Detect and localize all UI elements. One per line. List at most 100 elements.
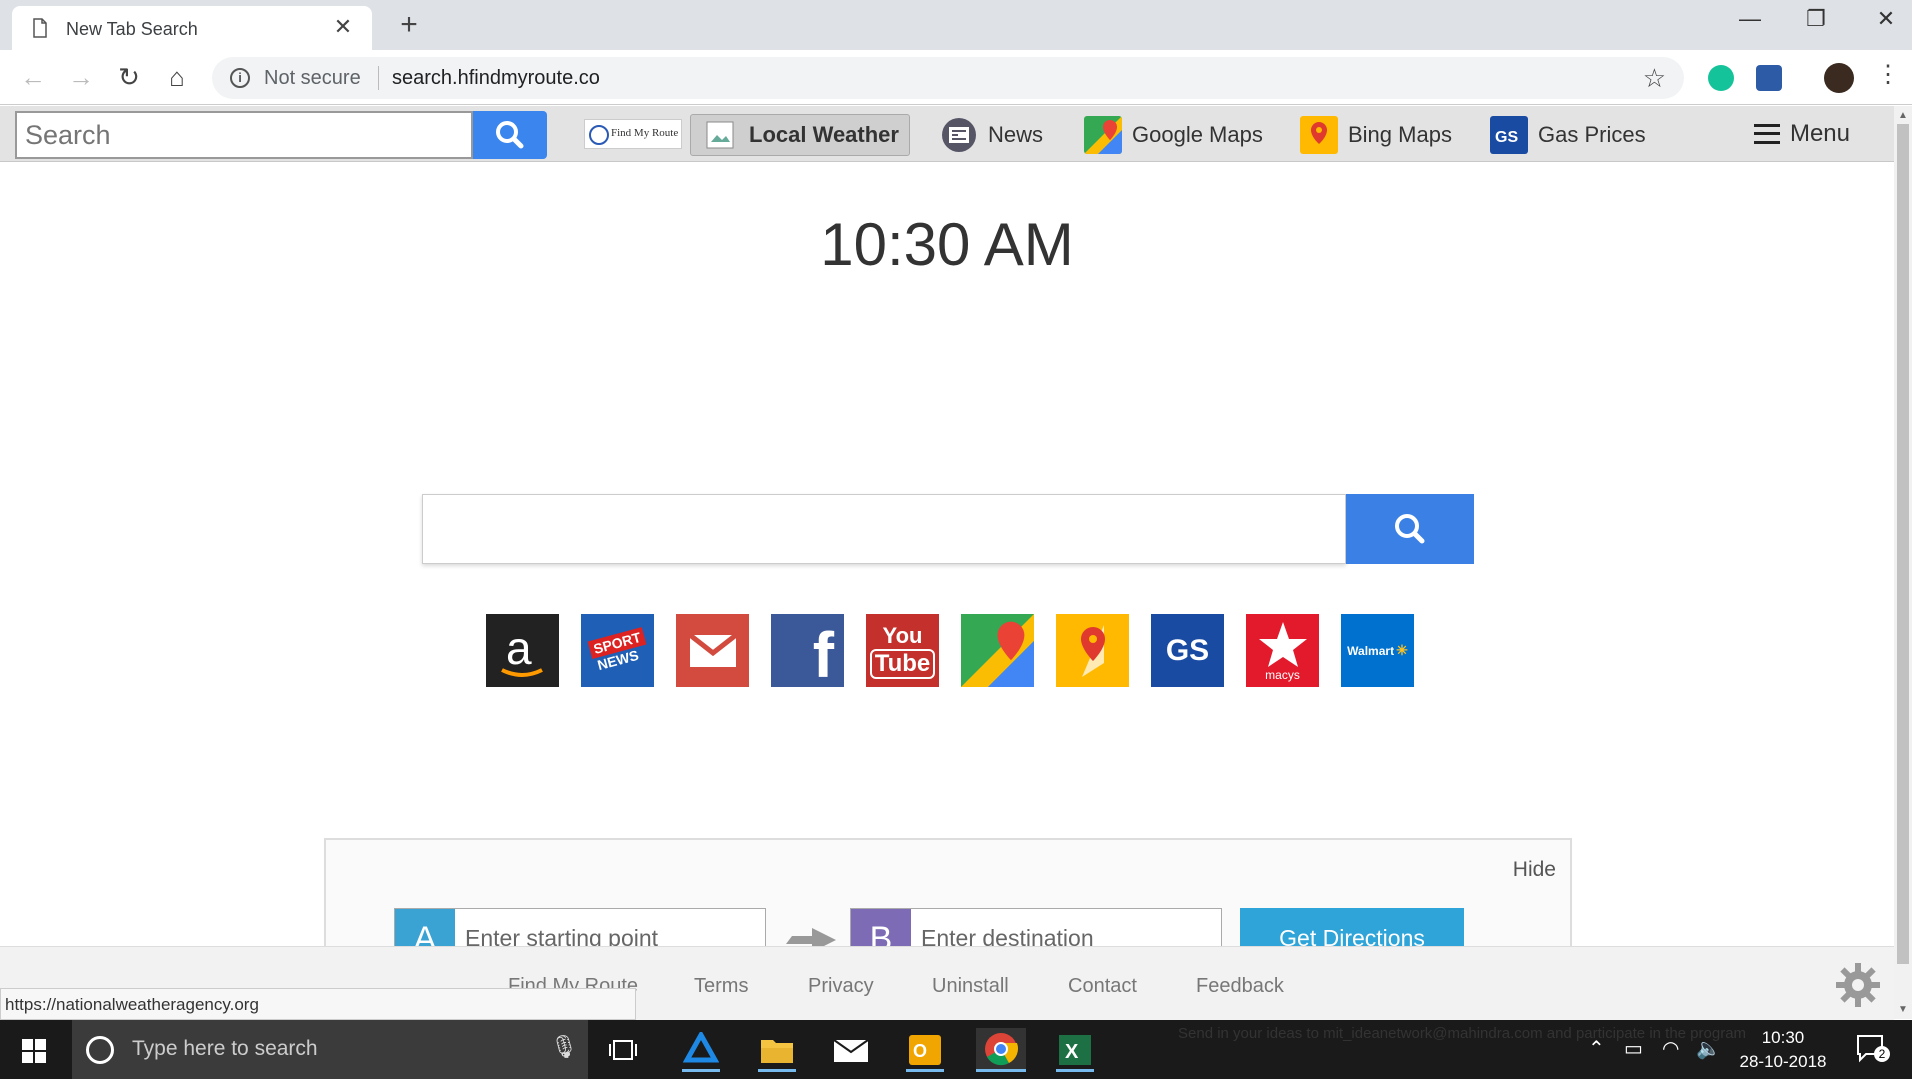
sport-news-tile[interactable]: SPORT NEWS	[581, 614, 654, 687]
windows-start-icon[interactable]	[22, 1039, 46, 1063]
compass-icon	[589, 125, 609, 145]
folder-icon	[761, 1040, 793, 1063]
nav-label: Local Weather	[749, 122, 899, 147]
scroll-down-icon[interactable]: ▼	[1898, 1004, 1908, 1015]
google-maps-icon	[961, 614, 1034, 687]
search-icon	[496, 121, 524, 149]
main-search-button[interactable]	[1346, 494, 1474, 564]
taskbar-app-1[interactable]	[676, 1028, 726, 1072]
close-window-button[interactable]: ✕	[1866, 6, 1906, 32]
macys-tile[interactable]: macys	[1246, 614, 1319, 687]
battery-icon[interactable]: ▭	[1624, 1036, 1643, 1061]
page-scrollbar[interactable]: ▲ ▼	[1894, 106, 1912, 1019]
logo-text: Find My Route	[611, 127, 679, 139]
notification-count: 2	[1874, 1046, 1890, 1062]
mail-button[interactable]	[826, 1028, 876, 1072]
grammarly-extension-icon[interactable]	[1708, 65, 1734, 91]
find-my-route-logo[interactable]: Find My Route	[584, 119, 682, 149]
running-indicator	[758, 1069, 796, 1072]
amazon-icon: a	[501, 622, 543, 677]
footer-link-privacy[interactable]: Privacy	[808, 975, 874, 998]
footer-link-uninstall[interactable]: Uninstall	[932, 975, 1009, 998]
search-icon	[1395, 514, 1425, 544]
minimize-button[interactable]: —	[1730, 6, 1770, 32]
gas-prices-tile[interactable]: GS	[1151, 614, 1224, 687]
system-clock[interactable]: 10:30 28-10-2018	[1730, 1026, 1836, 1074]
quick-links: a SPORT NEWS f You Tube GS macys Walmart…	[486, 614, 1414, 687]
footer-link-contact[interactable]: Contact	[1068, 975, 1137, 998]
bing-maps-tile[interactable]	[1056, 614, 1129, 687]
scroll-up-icon[interactable]: ▲	[1898, 110, 1908, 121]
back-button[interactable]: ←	[16, 60, 50, 94]
nav-label: Google Maps	[1132, 122, 1263, 147]
footer-link-terms[interactable]: Terms	[694, 975, 748, 998]
nav-news[interactable]: News	[940, 114, 1043, 156]
google-maps-icon	[1084, 116, 1122, 154]
file-explorer-button[interactable]	[752, 1028, 802, 1072]
gas-prices-label: GS	[1165, 633, 1210, 667]
bing-maps-icon	[1300, 116, 1338, 154]
microphone-icon[interactable]: 🎙	[550, 1034, 578, 1060]
nav-label: Gas Prices	[1538, 122, 1646, 147]
task-view-button[interactable]	[598, 1028, 648, 1072]
browser-tab[interactable]: New Tab Search ✕	[12, 6, 372, 50]
forward-button[interactable]: →	[64, 60, 98, 94]
hamburger-icon	[1753, 124, 1780, 144]
search-extension-icon[interactable]	[1756, 65, 1782, 91]
footer-link-feedback[interactable]: Feedback	[1196, 975, 1284, 998]
url-text[interactable]: search.hfindmyroute.co	[392, 67, 600, 90]
running-indicator	[1056, 1069, 1094, 1072]
tab-close-icon[interactable]: ✕	[330, 14, 356, 40]
walmart-label: Walmart	[1347, 643, 1395, 658]
bookmark-star-icon[interactable]: ☆	[1643, 63, 1666, 94]
more-menu-icon[interactable]: ⋮	[1876, 60, 1900, 89]
address-bar[interactable]: i Not secure search.hfindmyroute.co ☆	[212, 57, 1684, 99]
nav-local-weather[interactable]: Local Weather	[690, 114, 910, 156]
reload-button[interactable]: ↻	[112, 60, 146, 94]
security-label[interactable]: Not secure	[264, 67, 361, 90]
scrollbar-thumb[interactable]	[1897, 124, 1909, 964]
outlook-button[interactable]: O	[900, 1028, 950, 1072]
nav-google-maps[interactable]: Google Maps	[1084, 114, 1263, 156]
home-button[interactable]: ⌂	[160, 60, 194, 94]
star-icon	[1258, 621, 1307, 667]
cortana-icon[interactable]	[86, 1036, 114, 1064]
spark-icon: ✳	[1396, 642, 1408, 658]
taskbar-search-text[interactable]: Type here to search	[132, 1037, 318, 1061]
facebook-tile[interactable]: f	[771, 614, 844, 687]
new-tab-button[interactable]: +	[392, 8, 426, 42]
clock: 10:30 AM	[820, 211, 1074, 278]
nav-bing-maps[interactable]: Bing Maps	[1300, 114, 1452, 156]
chrome-button[interactable]	[976, 1028, 1026, 1072]
extension-toolbar: Find My Route Local Weather News Google …	[0, 106, 1894, 162]
info-icon[interactable]: i	[230, 68, 250, 88]
hide-link[interactable]: Hide	[1513, 858, 1556, 882]
volume-icon[interactable]: 🔈	[1696, 1036, 1721, 1061]
amazon-tile[interactable]: a	[486, 614, 559, 687]
status-bar-url: https://nationalweatheragency.org	[0, 988, 636, 1020]
youtube-tile[interactable]: You Tube	[866, 614, 939, 687]
toolbar-search-input[interactable]	[15, 111, 473, 159]
running-indicator	[906, 1069, 944, 1072]
show-hidden-icons-icon[interactable]: ⌃	[1588, 1036, 1605, 1061]
nav-gas-prices[interactable]: GS Gas Prices	[1490, 114, 1646, 156]
restore-button[interactable]: ❐	[1796, 6, 1836, 32]
browser-tab-strip: New Tab Search ✕ + — ❐ ✕	[0, 0, 1912, 50]
walmart-tile[interactable]: Walmart ✳	[1341, 614, 1414, 687]
system-time: 10:30	[1761, 1028, 1805, 1047]
background-watermark-text: Send in your ideas to mit_ideanetwork@ma…	[1178, 1025, 1747, 1042]
google-maps-tile[interactable]	[961, 614, 1034, 687]
excel-button[interactable]: X	[1050, 1028, 1100, 1072]
notification-center-button[interactable]: 2	[1856, 1034, 1890, 1064]
profile-avatar[interactable]	[1824, 63, 1854, 93]
address-toolbar: ← → ↻ ⌂ i Not secure search.hfindmyroute…	[0, 50, 1912, 105]
gas-prices-icon: GS	[1490, 116, 1528, 154]
main-search-input[interactable]	[422, 494, 1346, 564]
gear-icon[interactable]	[1834, 961, 1882, 1009]
menu-button[interactable]: Menu	[1753, 120, 1850, 148]
page-icon	[33, 18, 47, 38]
toolbar-search-button[interactable]	[473, 111, 547, 159]
wifi-icon[interactable]: ◠	[1662, 1036, 1679, 1061]
gmail-tile[interactable]	[676, 614, 749, 687]
taskbar-search-box[interactable]: Type here to search 🎙	[72, 1020, 588, 1079]
